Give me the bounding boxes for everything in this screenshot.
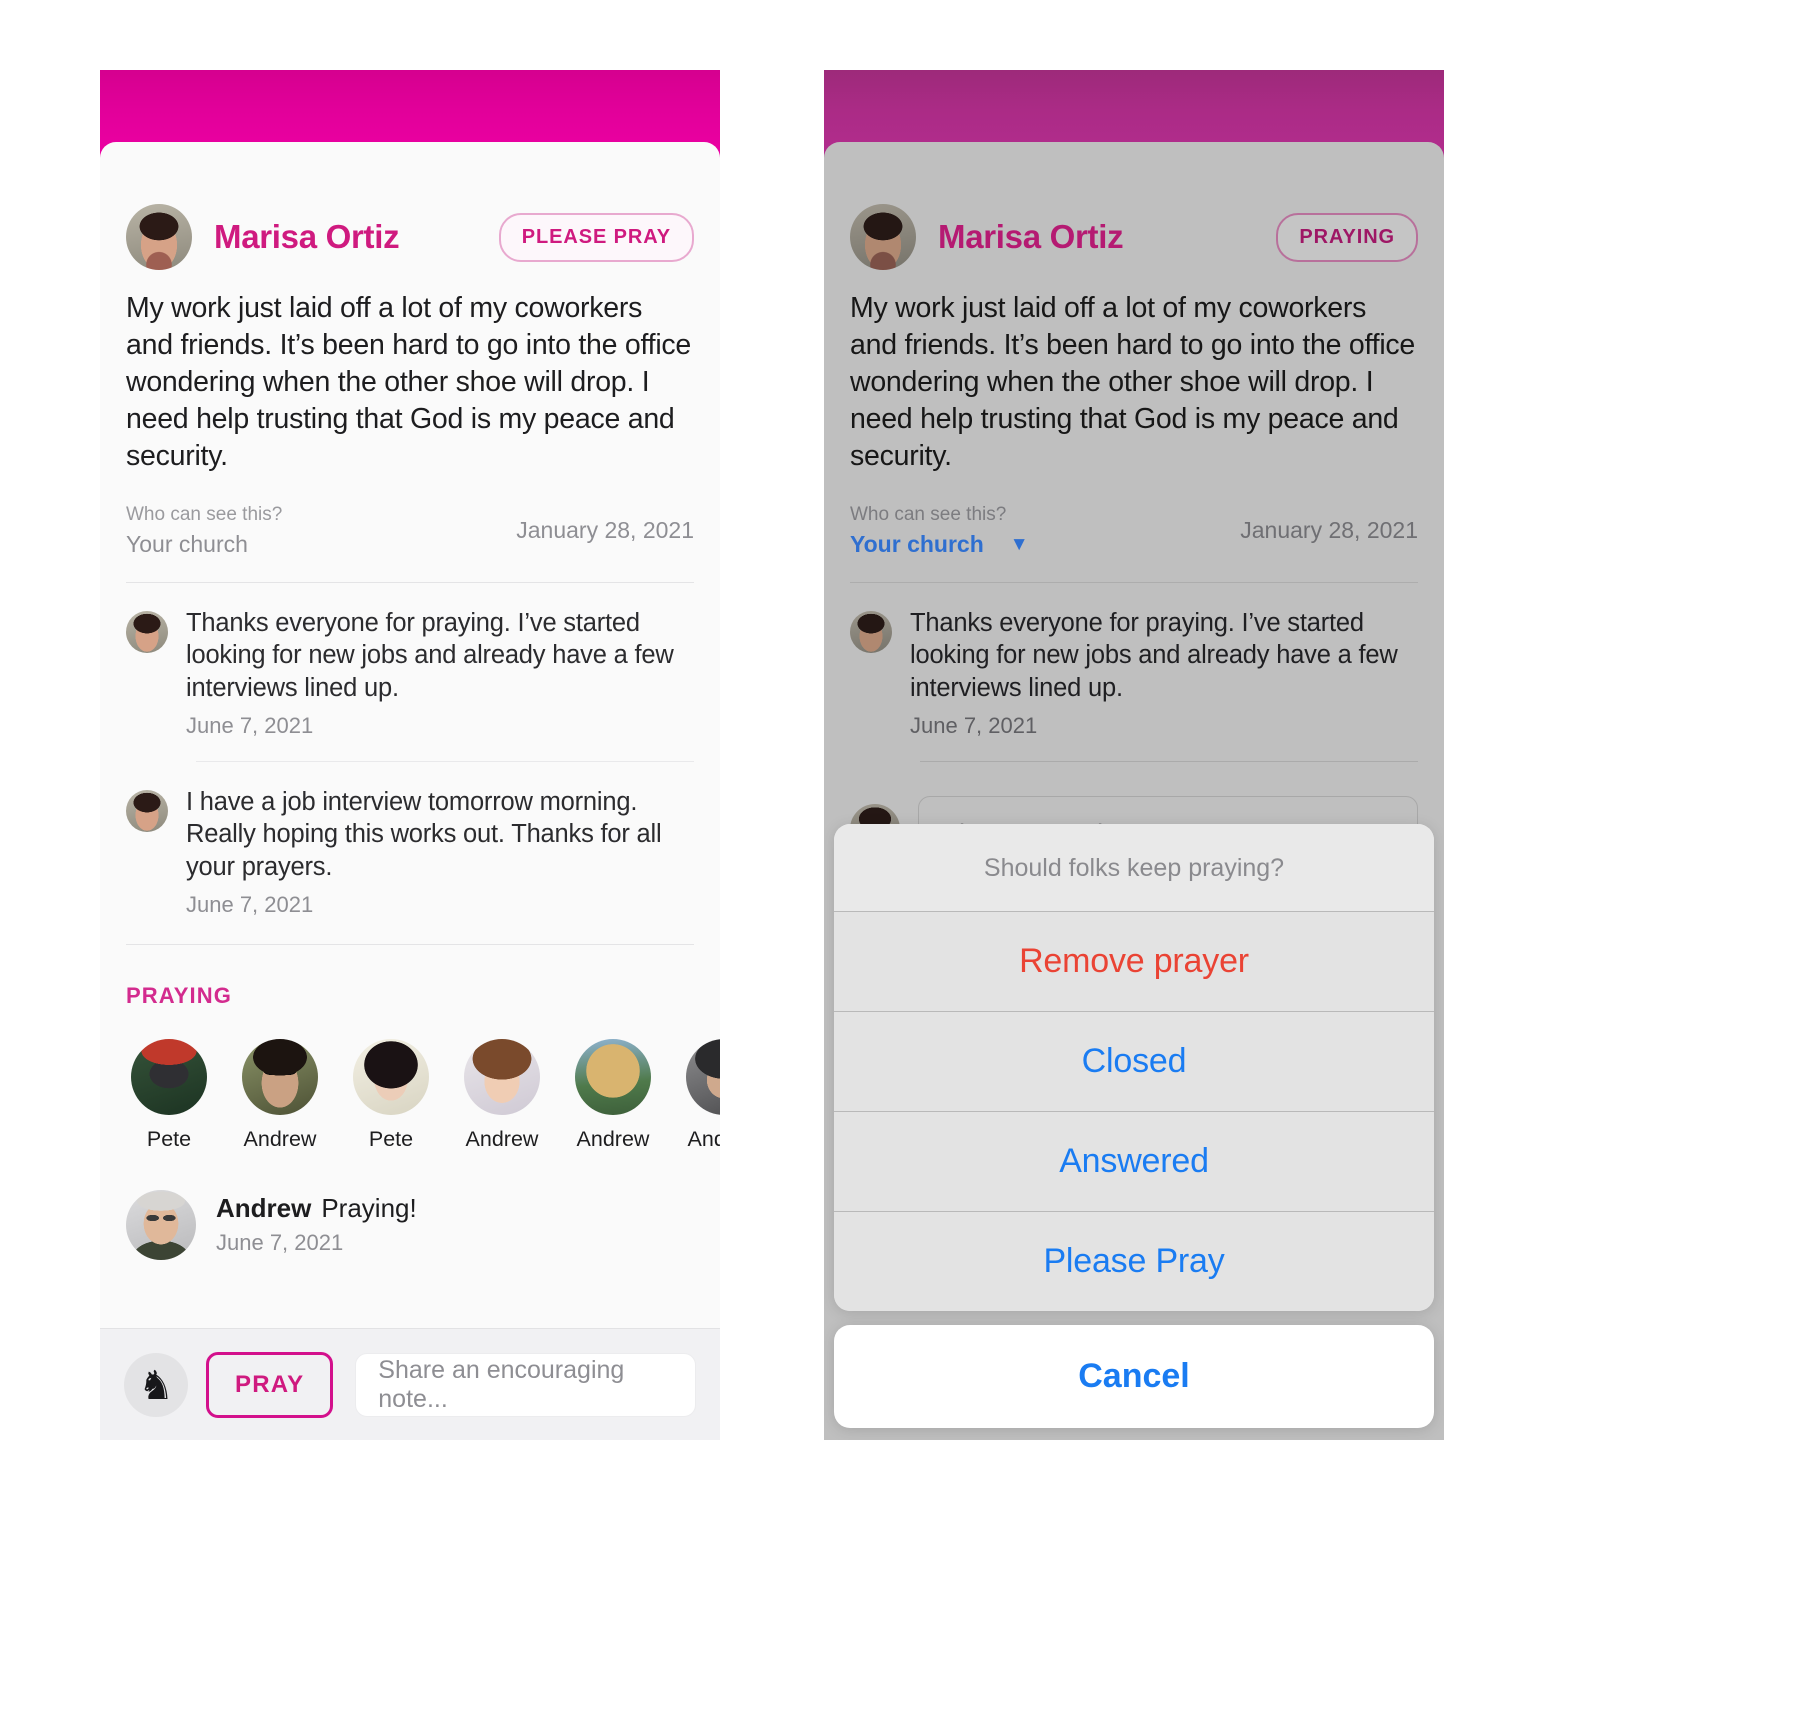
visibility-question-label: Who can see this? (850, 504, 1007, 526)
avatar-current-user[interactable]: ♞ (124, 1352, 188, 1417)
avatar-marisa-ortiz[interactable] (126, 204, 192, 270)
praying-avatars-row[interactable]: Pete Andrew Pete Andrew Andrew And (100, 1009, 720, 1152)
post-header: Marisa Ortiz PLEASE PRAY (100, 142, 720, 282)
bottom-pray-bar: ♞ PRAY Share an encouraging note... (100, 1328, 720, 1440)
comment-item: Thanks everyone for praying. I’ve starte… (824, 583, 1444, 739)
comment-text: I have a job interview tomorrow morning.… (186, 787, 662, 881)
screenshot-stage: Marisa Ortiz PLEASE PRAY My work just la… (0, 0, 1810, 1720)
praying-person[interactable]: Andrew (681, 1038, 720, 1152)
praying-person[interactable]: Pete (348, 1038, 434, 1152)
prayer-post-card: Marisa Ortiz PLEASE PRAY My work just la… (100, 142, 720, 1440)
comment-date: June 7, 2021 (186, 712, 314, 738)
action-sheet-item-closed[interactable]: Closed (834, 1012, 1434, 1112)
post-meta-row: Who can see this? Your church ▼ January 2… (824, 475, 1444, 560)
avatar-marisa-ortiz[interactable] (850, 204, 916, 270)
avatar-praying-person[interactable] (575, 1038, 651, 1115)
action-sheet: Should folks keep praying? Remove prayer… (834, 824, 1434, 1428)
avatar-andrew[interactable] (126, 1189, 196, 1260)
action-sheet-group: Should folks keep praying? Remove prayer… (834, 824, 1434, 1311)
prayer-post-card-dimmed: Marisa Ortiz PRAYING My work just laid o… (824, 142, 1444, 1440)
comment-item: Thanks everyone for praying. I’ve starte… (100, 583, 720, 739)
praying-section-label: PRAYING (126, 982, 232, 1008)
comment-date: June 7, 2021 (910, 712, 1038, 738)
praying-person[interactable]: Andrew (459, 1038, 545, 1152)
avatar-commenter[interactable] (850, 610, 892, 653)
action-sheet-title: Should folks keep praying? (834, 824, 1434, 912)
praying-person[interactable]: Andrew (237, 1038, 323, 1152)
chevron-down-icon: ▼ (1009, 533, 1029, 555)
post-author-name[interactable]: Marisa Ortiz (938, 218, 1124, 256)
praying-person-name: Andrew (576, 1126, 650, 1151)
avatar-praying-person[interactable] (353, 1038, 429, 1115)
comment-item: I have a job interview tomorrow morning.… (100, 762, 720, 918)
post-body-text: My work just laid off a lot of my cowork… (850, 292, 1416, 473)
praying-person-name: Andrew (687, 1126, 720, 1151)
post-date: January 28, 2021 (516, 517, 694, 544)
visibility-value: Your church (126, 530, 248, 557)
reaction-author: Andrew (216, 1193, 312, 1224)
praying-person-name: Pete (146, 1126, 192, 1151)
reaction-item: Andrew Praying! June 7, 2021 (100, 1152, 720, 1260)
post-header: Marisa Ortiz PRAYING (824, 142, 1444, 282)
avatar-commenter[interactable] (126, 610, 168, 653)
reaction-message: Praying! (321, 1193, 417, 1224)
action-sheet-item-remove-prayer[interactable]: Remove prayer (834, 912, 1434, 1012)
action-sheet-item-answered[interactable]: Answered (834, 1112, 1434, 1212)
avatar-commenter[interactable] (126, 789, 168, 832)
encouraging-note-input[interactable]: Share an encouraging note... (355, 1352, 696, 1417)
status-badge-please-pray[interactable]: PLEASE PRAY (498, 212, 694, 262)
user-silhouette-icon: ♞ (138, 1363, 174, 1408)
visibility-value: Your church (850, 530, 984, 557)
action-sheet-cancel-button[interactable]: Cancel (834, 1325, 1434, 1428)
reaction-date: June 7, 2021 (216, 1230, 344, 1256)
praying-person-name: Andrew (243, 1126, 317, 1151)
visibility-question-label: Who can see this? (126, 504, 283, 526)
avatar-praying-person[interactable] (242, 1038, 318, 1115)
avatar-praying-person[interactable] (464, 1038, 540, 1115)
status-badge-praying[interactable]: PRAYING (1276, 212, 1418, 262)
avatar-praying-person[interactable] (131, 1038, 207, 1115)
action-sheet-item-please-pray[interactable]: Please Pray (834, 1212, 1434, 1311)
praying-person[interactable]: Pete (126, 1038, 212, 1152)
phone-screen-normal: Marisa Ortiz PLEASE PRAY My work just la… (100, 70, 720, 1440)
comment-date: June 7, 2021 (186, 891, 314, 917)
visibility-dropdown[interactable]: Your church ▼ (850, 529, 1029, 560)
post-author-name[interactable]: Marisa Ortiz (214, 218, 400, 256)
comment-text: Thanks everyone for praying. I’ve starte… (910, 608, 1398, 703)
avatar-praying-person[interactable] (686, 1038, 720, 1115)
post-body-text: My work just laid off a lot of my cowork… (126, 292, 692, 473)
comment-text: Thanks everyone for praying. I’ve starte… (186, 608, 674, 703)
praying-person-name: Pete (368, 1126, 414, 1151)
phone-screen-action-sheet: Marisa Ortiz PRAYING My work just laid o… (824, 70, 1444, 1440)
praying-person[interactable]: Andrew (570, 1038, 656, 1152)
pray-button[interactable]: PRAY (206, 1351, 334, 1418)
post-meta-row: Who can see this? Your church January 28… (100, 475, 720, 560)
praying-person-name: Andrew (465, 1126, 539, 1151)
post-date: January 28, 2021 (1240, 517, 1418, 544)
reaction-line: Andrew Praying! (216, 1193, 417, 1224)
